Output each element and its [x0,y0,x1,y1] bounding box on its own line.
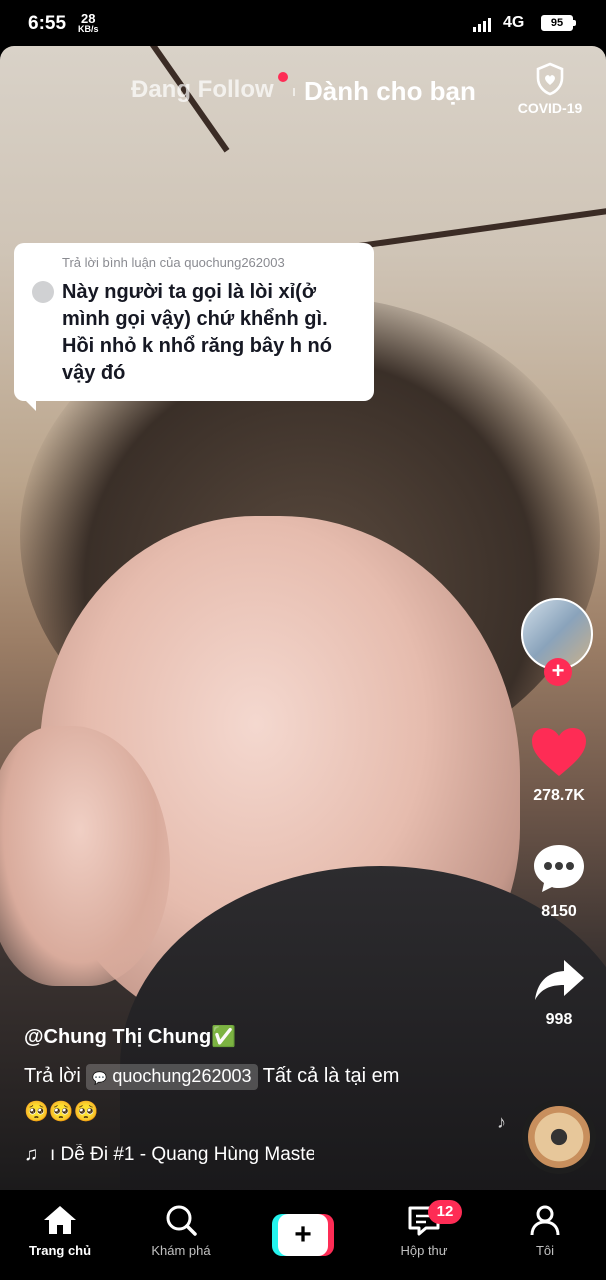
comment-bubble-icon [534,845,584,892]
covid-label: COVID-19 [517,100,583,116]
reply-user-tag-text: quochung262003 [112,1066,252,1086]
music-title: ı Dễ Đi #1 - Quang Hùng MasterD [50,1144,314,1165]
nav-home[interactable]: Trang chủ [10,1204,110,1258]
profile-icon [530,1205,560,1236]
caption-emojis: 🥺🥺🥺 [24,1101,99,1123]
nav-discover[interactable]: Khám phá [131,1204,231,1258]
creator-username[interactable]: @Chung Thị Chung✅ [24,1024,494,1049]
tab-for-you[interactable]: Dành cho bạn [304,76,476,107]
reply-comment-card[interactable]: Trả lời bình luận của quochung262003 Này… [14,243,374,411]
music-info[interactable]: ♫ ı Dễ Đi #1 - Quang Hùng MasterD [24,1144,314,1172]
share-button[interactable]: 998 [520,958,598,1029]
nav-profile-label: Tôi [535,1243,555,1258]
reply-user-tag[interactable]: 💬 quochung262003 [86,1064,258,1090]
tab-separator [293,88,295,96]
network-speed: 28 KB/s [78,12,99,34]
reply-prefix: Trả lời [24,1065,81,1087]
following-notification-dot [278,72,288,82]
reply-card-comment: Này người ta gọi là lòi xỉ(ở mình gọi vậ… [62,281,332,384]
caption-text: Tất cả là tại em [262,1065,400,1087]
signal-icon [473,16,495,32]
share-arrow-icon [535,960,584,1000]
network-type: 4G [503,14,525,31]
heart-icon [532,728,586,776]
home-icon [44,1206,76,1234]
inbox-badge: 12 [428,1200,462,1224]
share-count: 998 [545,1011,573,1028]
like-button[interactable]: 278.7K [520,726,598,805]
commenter-avatar [32,281,54,303]
video-caption: @Chung Thị Chung✅ Trả lời 💬 quochung2620… [24,1024,494,1127]
network-speed-unit: KB/s [78,24,99,34]
caption-description: Trả lời 💬 quochung262003 Tất cả là tại e… [24,1061,494,1127]
music-note-icon: ♫ [24,1144,39,1165]
status-bar: 6:55 28 KB/s 4G 95 [0,0,606,46]
comment-bubble-small-icon: 💬 [92,1071,108,1085]
search-icon [166,1205,197,1236]
shield-heart-icon [536,62,564,96]
battery-icon: 95 [541,15,576,31]
like-count: 278.7K [533,787,585,804]
video-player[interactable] [0,46,606,1190]
reply-card-header: Trả lời bình luận của quochung262003 [62,255,285,270]
bottom-nav: Trang chủ Khám phá + Hộp thư 12 Tôi [0,1190,606,1280]
nav-discover-label: Khám phá [151,1243,211,1258]
status-time: 6:55 [28,13,67,34]
create-video-button[interactable]: + [272,1214,334,1256]
follow-plus-button[interactable]: + [544,658,572,686]
music-note-icon: ♪ [497,1112,506,1132]
comment-button[interactable]: 8150 [520,842,598,921]
covid-button[interactable]: COVID-19 [512,62,588,116]
comment-count: 8150 [541,903,577,920]
music-disc[interactable] [522,1100,596,1174]
nav-profile[interactable]: Tôi [495,1204,595,1258]
nav-home-label: Trang chủ [28,1243,92,1258]
ceiling-line [331,205,606,253]
tab-following[interactable]: Đang Follow [131,76,274,104]
plus-icon: + [278,1214,328,1256]
nav-inbox-label: Hộp thư [400,1243,448,1258]
